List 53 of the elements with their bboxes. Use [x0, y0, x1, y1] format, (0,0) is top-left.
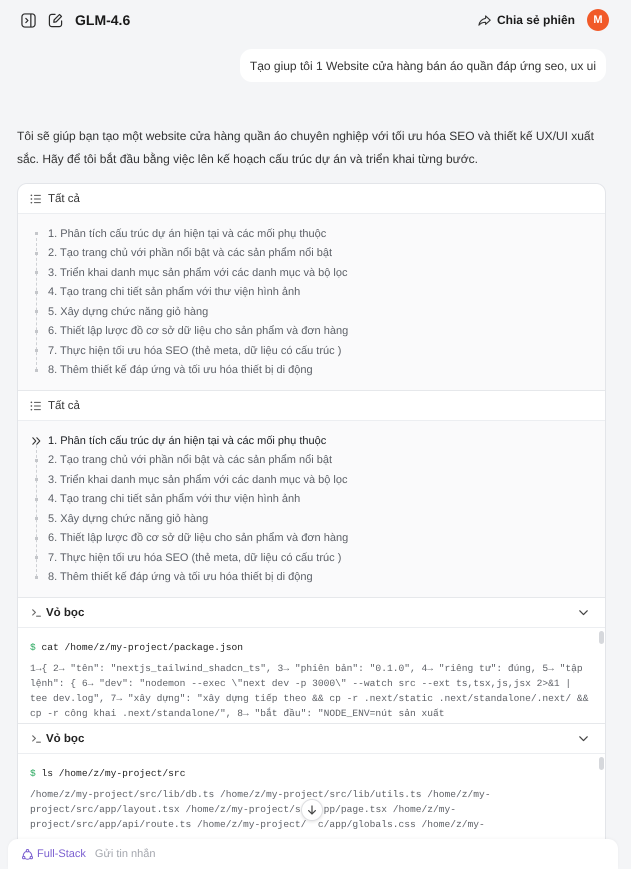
- sidebar-toggle-icon[interactable]: [21, 12, 36, 28]
- arrow-down-icon: [307, 804, 318, 814]
- todo-item: 1. Phân tích cấu trúc dự án hiện tại và các mối phụ thuộc: [48, 434, 326, 447]
- command-text: cat /home/z/my-project/package.json: [42, 642, 244, 652]
- output-text: c/app/globals.css /home/z/my-: [318, 819, 485, 830]
- assistant-message: Tôi sẽ giúp bạn tạo một website cửa hàng quần áo chuyên nghiệp với tối ưu hóa SEO và thiết kế UX/UI xuất sắc. Hãy để tôi bắt đầu bằng việc lên kế hoạch cấu trúc dự án và triển khai từng bước.: [17, 128, 595, 168]
- todo-item: 4. Tạo trang chi tiết sản phẩm với thư viện hình ảnh: [48, 286, 300, 298]
- output-text: pp/page.tsx /home/z/my-: [324, 804, 456, 815]
- todo-item: 8. Thêm thiết kế đáp ứng và tối ưu hóa thiết bị di động: [48, 364, 313, 376]
- user-message: Tạo giup tôi 1 Website cửa hàng bán áo quần đáp ứng seo, ux ui: [240, 49, 606, 82]
- user-avatar[interactable]: M: [587, 9, 609, 31]
- section-title: Vỏ bọc: [46, 606, 84, 618]
- todo-item: 6. Thiết lập lược đồ cơ sở dữ liệu cho sản phẩm và đơn hàng: [48, 325, 348, 338]
- scrollbar-thumb[interactable]: [599, 631, 604, 644]
- mode-button[interactable]: Full-Stack: [22, 848, 86, 860]
- share-button[interactable]: Chia sẻ phiên: [478, 13, 575, 27]
- command-text: ls /home/z/my-project/src: [42, 768, 186, 778]
- todo-item: 3. Triển khai danh mục sản phẩm với các danh mục và bộ lọc: [48, 474, 348, 486]
- terminal-icon: [32, 734, 41, 742]
- nodes-icon: [22, 848, 33, 860]
- chevron-down-icon[interactable]: [579, 736, 588, 742]
- chevron-down-icon[interactable]: [579, 610, 588, 616]
- section-title: Vỏ bọc: [46, 732, 84, 744]
- edit-icon[interactable]: [48, 12, 63, 28]
- scroll-down-button[interactable]: [301, 798, 324, 820]
- prompt-symbol: $: [30, 768, 36, 778]
- todo-item: 5. Xây dựng chức năng giỏ hàng: [48, 306, 208, 318]
- todo-item: 5. Xây dựng chức năng giỏ hàng: [48, 512, 208, 525]
- todo-item: 2. Tạo trang chủ với phần nổi bật và các sản phẩm nổi bật: [48, 247, 332, 260]
- todo-item: 2. Tạo trang chủ với phần nổi bật và các sản phẩm nổi bật: [48, 454, 332, 466]
- output-text: tee dev.log", 7→ "xây dựng": "xây dựng tiếp theo && cp -r .next/static .next/standalone/.next/ &&: [30, 693, 588, 704]
- terminal-icon: [32, 608, 41, 616]
- section-title: Tất cả: [48, 400, 80, 412]
- todo-item: 6. Thiết lập lược đồ cơ sở dữ liệu cho sản phẩm và đơn hàng: [48, 532, 348, 544]
- output-text: /home/z/my-project/src/lib/db.ts /home/z/my-project/src/lib/utils.ts /home/z/my-: [30, 789, 491, 800]
- output-text: 1→{ 2→ "tên": "nextjs_tailwind_shadcn_ts", 3→ "phiên bản": "0.1.0", 4→ "riêng tư": đúng, 5→ "tập: [30, 663, 583, 674]
- list-icon: [30, 400, 41, 410]
- list-icon: [30, 194, 41, 204]
- output-text: project/src/app/layout.tsx /home/z/my-project/s: [30, 804, 301, 815]
- todo-item: 4. Tạo trang chi tiết sản phẩm với thư viện hình ảnh: [48, 493, 300, 506]
- model-name: GLM-4.6: [75, 12, 130, 28]
- todo-item: 8. Thêm thiết kế đáp ứng và tối ưu hóa thiết bị di động: [48, 571, 313, 584]
- output-text: cp -r công khai .next/standalone/", 8→ "bắt đầu": "NODE_ENV=nút sản xuất: [30, 708, 445, 719]
- section-title: Tất cả: [48, 192, 80, 204]
- todo-item: 1. Phân tích cấu trúc dự án hiện tại và các mối phụ thuộc: [48, 228, 326, 240]
- todo-item: 7. Thực hiện tối ưu hóa SEO (thẻ meta, dữ liệu có cấu trúc ): [48, 552, 342, 564]
- scrollbar-thumb[interactable]: [599, 757, 604, 770]
- output-text: lệnh": { 6→ "dev": "nodemon --exec \"next dev -p 3000\" --watch src --ext ts,tsx,js,jsx 2>&1 |: [30, 678, 572, 689]
- todo-item: 7. Thực hiện tối ưu hóa SEO (thẻ meta, dữ liệu có cấu trúc ): [48, 344, 342, 357]
- output-text: project/src/app/api/route.ts /home/z/my-project/: [30, 819, 306, 830]
- todo-item: 3. Triển khai danh mục sản phẩm với các danh mục và bộ lọc: [48, 266, 348, 279]
- share-icon: [478, 14, 491, 26]
- prompt-symbol: $: [30, 642, 36, 652]
